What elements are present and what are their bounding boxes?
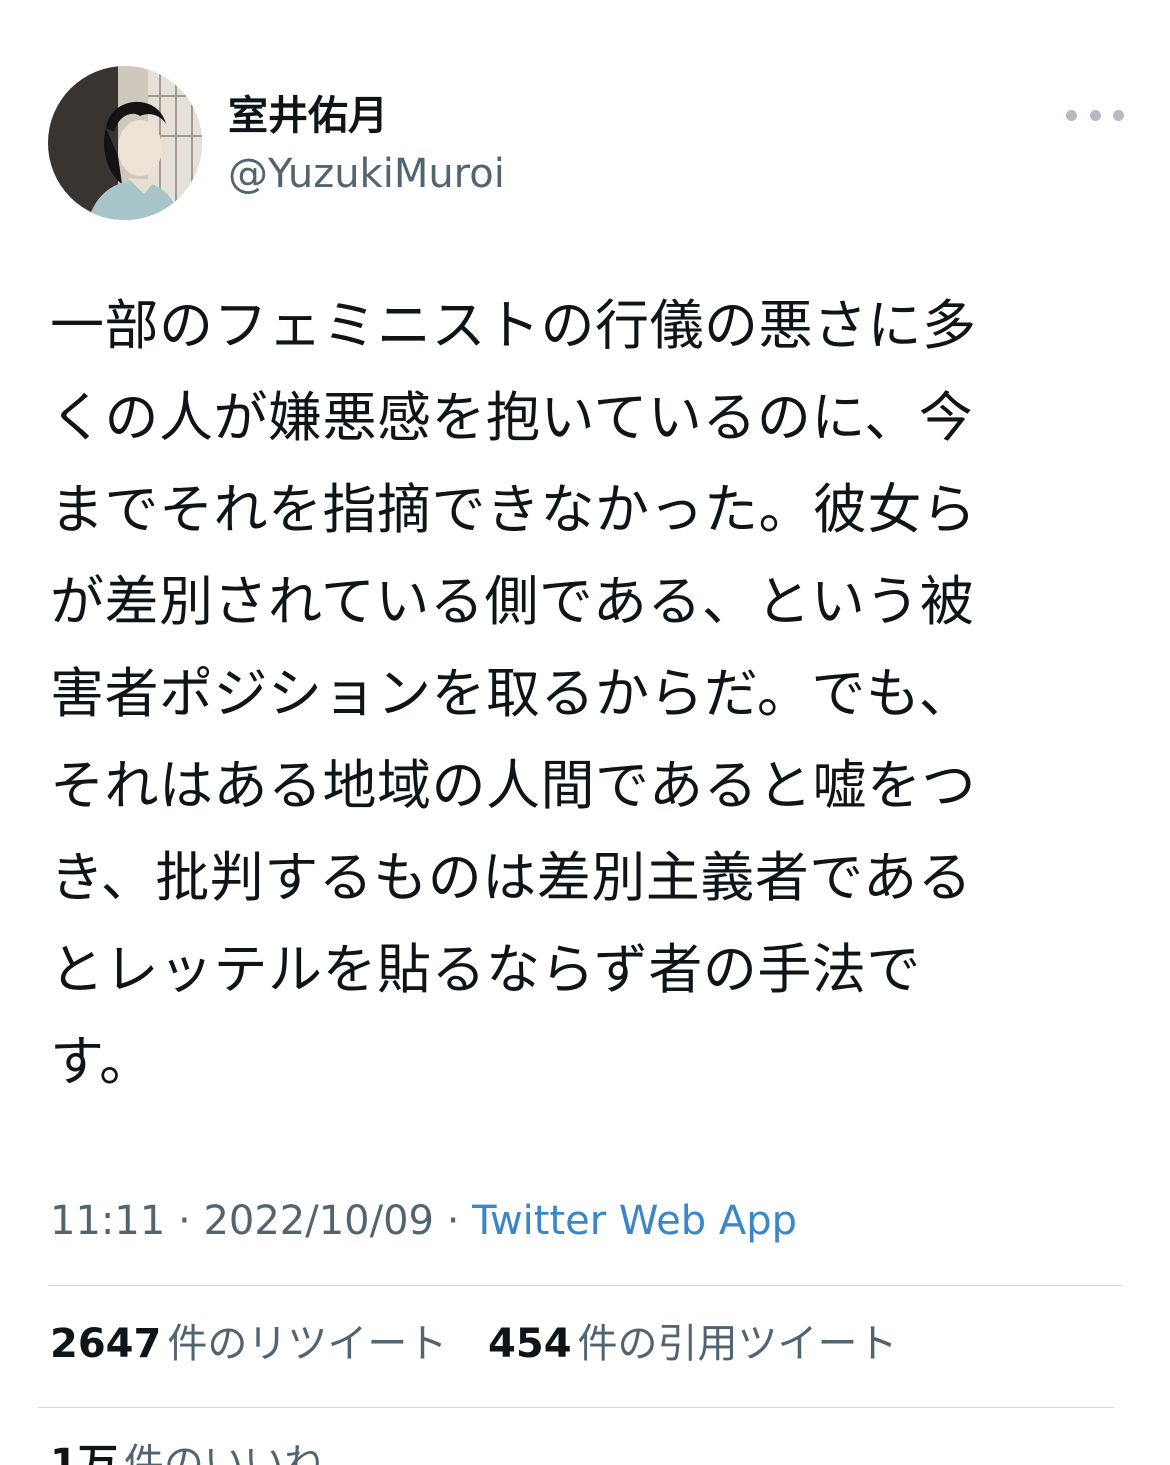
quotes-label: 件の引用ツイート — [577, 1321, 898, 1367]
display-name[interactable]: 室井佑月 — [228, 90, 388, 142]
quotes-count: 454 — [488, 1321, 572, 1367]
quote-tweets-stat[interactable]: 454 件の引用ツイート — [488, 1316, 898, 1372]
tweet-text-line: 一部のフェミニストの行儀の悪さに多 — [50, 294, 977, 357]
retweets-stat[interactable]: 2647 件のリツイート — [50, 1316, 447, 1372]
avatar[interactable] — [48, 66, 202, 220]
tweet-text: 一部のフェミニストの行儀の悪さに多 くの人が嫌悪感を抱いているのに、今 までそれ… — [50, 280, 1120, 1108]
tweet-text-line: 害者ポジションを取るからだ。でも、 — [50, 662, 974, 725]
tweet-detail-page: 室井佑月 @YuzukiMuroi 一部のフェミニストの行儀の悪さに多 くの人が… — [0, 0, 1170, 1465]
tweet-text-line: までそれを指摘できなかった。彼女ら — [50, 478, 977, 541]
tweet-text-line: とレッテルを貼るならず者の手法で — [50, 938, 921, 1001]
retweets-count: 2647 — [50, 1321, 162, 1367]
likes-label: 件のいいね — [123, 1441, 324, 1465]
dot — [1066, 109, 1077, 121]
tweet-text-line: す。 — [50, 1030, 154, 1093]
retweets-label: 件のリツイート — [167, 1321, 448, 1367]
likes-count: 1万 — [50, 1441, 118, 1465]
tweet-text-line: くの人が嫌悪感を抱いているのに、今 — [50, 386, 974, 449]
engagement-stats: 2647 件のリツイート 454 件の引用ツイート — [50, 1316, 926, 1372]
meta-separator: · — [433, 1198, 473, 1244]
tweet-time[interactable]: 11:11 — [50, 1198, 165, 1244]
tweet-text-line: それはある地域の人間であると嘘をつ — [50, 754, 976, 817]
tweet-text-line: が差別されている側である、という被 — [50, 570, 975, 633]
tweet-meta: 11:11 · 2022/10/09 · Twitter Web App — [50, 1194, 797, 1248]
more-dots-icon[interactable] — [1066, 96, 1124, 134]
likes-stat[interactable]: 1万 件のいいね — [50, 1436, 352, 1465]
dot — [1113, 109, 1124, 121]
tweet-date[interactable]: 2022/10/09 — [203, 1198, 434, 1244]
tweet-source-link[interactable]: Twitter Web App — [472, 1198, 797, 1244]
user-handle[interactable]: @YuzukiMuroi — [228, 148, 505, 200]
divider — [48, 1285, 1122, 1286]
tweet-text-line: き、批判するものは差別主義者である — [50, 846, 973, 909]
divider — [38, 1407, 1114, 1408]
meta-separator: · — [165, 1198, 204, 1244]
profile-photo-image — [48, 66, 202, 220]
dot — [1089, 109, 1101, 121]
